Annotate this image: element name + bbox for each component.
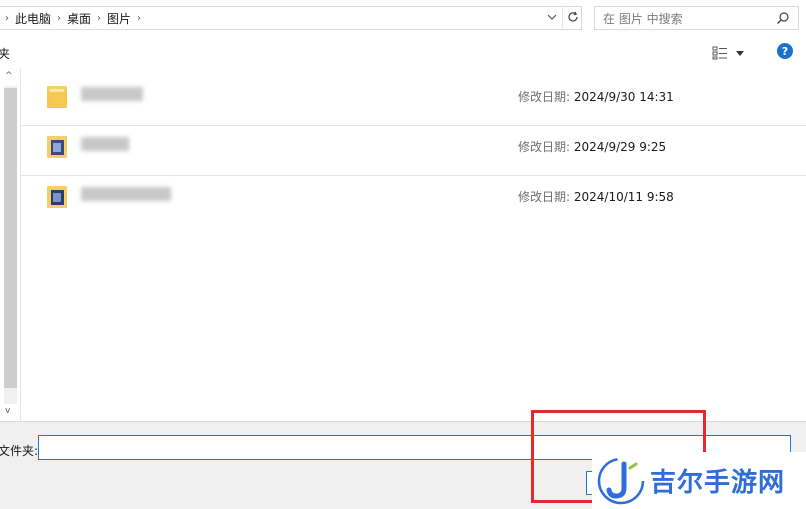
chevron-right-icon[interactable]: ›: [57, 13, 61, 24]
view-options-button[interactable]: [712, 42, 752, 64]
watermark-text: 吉尔手游网: [650, 468, 786, 498]
help-icon[interactable]: ?: [777, 43, 793, 59]
file-name-redacted[interactable]: [81, 136, 129, 152]
caret-down-icon: [736, 50, 744, 56]
file-modified: 修改日期: 2024/10/11 9:58: [518, 190, 674, 204]
address-bar[interactable]: › 此电脑 › 桌面 › 图片 ›: [0, 6, 582, 30]
file-modified: 修改日期: 2024/9/29 9:25: [518, 140, 667, 154]
scroll-up-icon[interactable]: ^: [5, 71, 13, 81]
chevron-right-icon[interactable]: ›: [5, 13, 9, 24]
toolbar: 夹: [0, 36, 806, 68]
chevron-right-icon[interactable]: ›: [137, 13, 141, 24]
chevron-down-icon: [547, 14, 557, 20]
image-folder-icon: [47, 186, 67, 208]
file-modified: 修改日期: 2024/9/30 14:31: [518, 90, 674, 104]
file-name-redacted[interactable]: [81, 86, 143, 102]
file-name-redacted[interactable]: [81, 186, 171, 202]
list-item[interactable]: 修改日期: 2024/9/30 14:31: [21, 72, 806, 122]
breadcrumb-pictures[interactable]: 图片: [107, 10, 131, 27]
folder-icon: [47, 86, 67, 108]
folder-label: 文件夹:: [0, 444, 39, 458]
watermark-logo: 吉尔手游网: [592, 452, 806, 509]
list-item[interactable]: 修改日期: 2024/10/11 9:58: [21, 172, 806, 222]
details-view-icon: [712, 46, 727, 60]
image-folder-icon: [47, 136, 67, 158]
address-dropdown-button[interactable]: [544, 6, 560, 28]
list-item[interactable]: 修改日期: 2024/9/29 9:25: [21, 122, 806, 172]
search-icon[interactable]: [776, 11, 790, 25]
scrollbar-thumb[interactable]: [4, 88, 17, 388]
site-logo-icon: [597, 457, 645, 504]
address-row: › 此电脑 › 桌面 › 图片 › 在 图片 中搜索: [0, 0, 806, 36]
toolbar-new-folder-label[interactable]: 夹: [0, 45, 10, 62]
breadcrumb-desktop[interactable]: 桌面: [67, 10, 91, 27]
breadcrumb-this-pc[interactable]: 此电脑: [15, 10, 51, 27]
chevron-right-icon[interactable]: ›: [97, 13, 101, 24]
refresh-icon: [567, 11, 578, 22]
scroll-down-icon[interactable]: v: [5, 406, 10, 416]
refresh-button[interactable]: [562, 6, 582, 28]
search-input[interactable]: 在 图片 中搜索: [594, 6, 799, 30]
navigation-pane[interactable]: ^ v: [0, 68, 21, 421]
search-placeholder: 在 图片 中搜索: [603, 11, 683, 26]
